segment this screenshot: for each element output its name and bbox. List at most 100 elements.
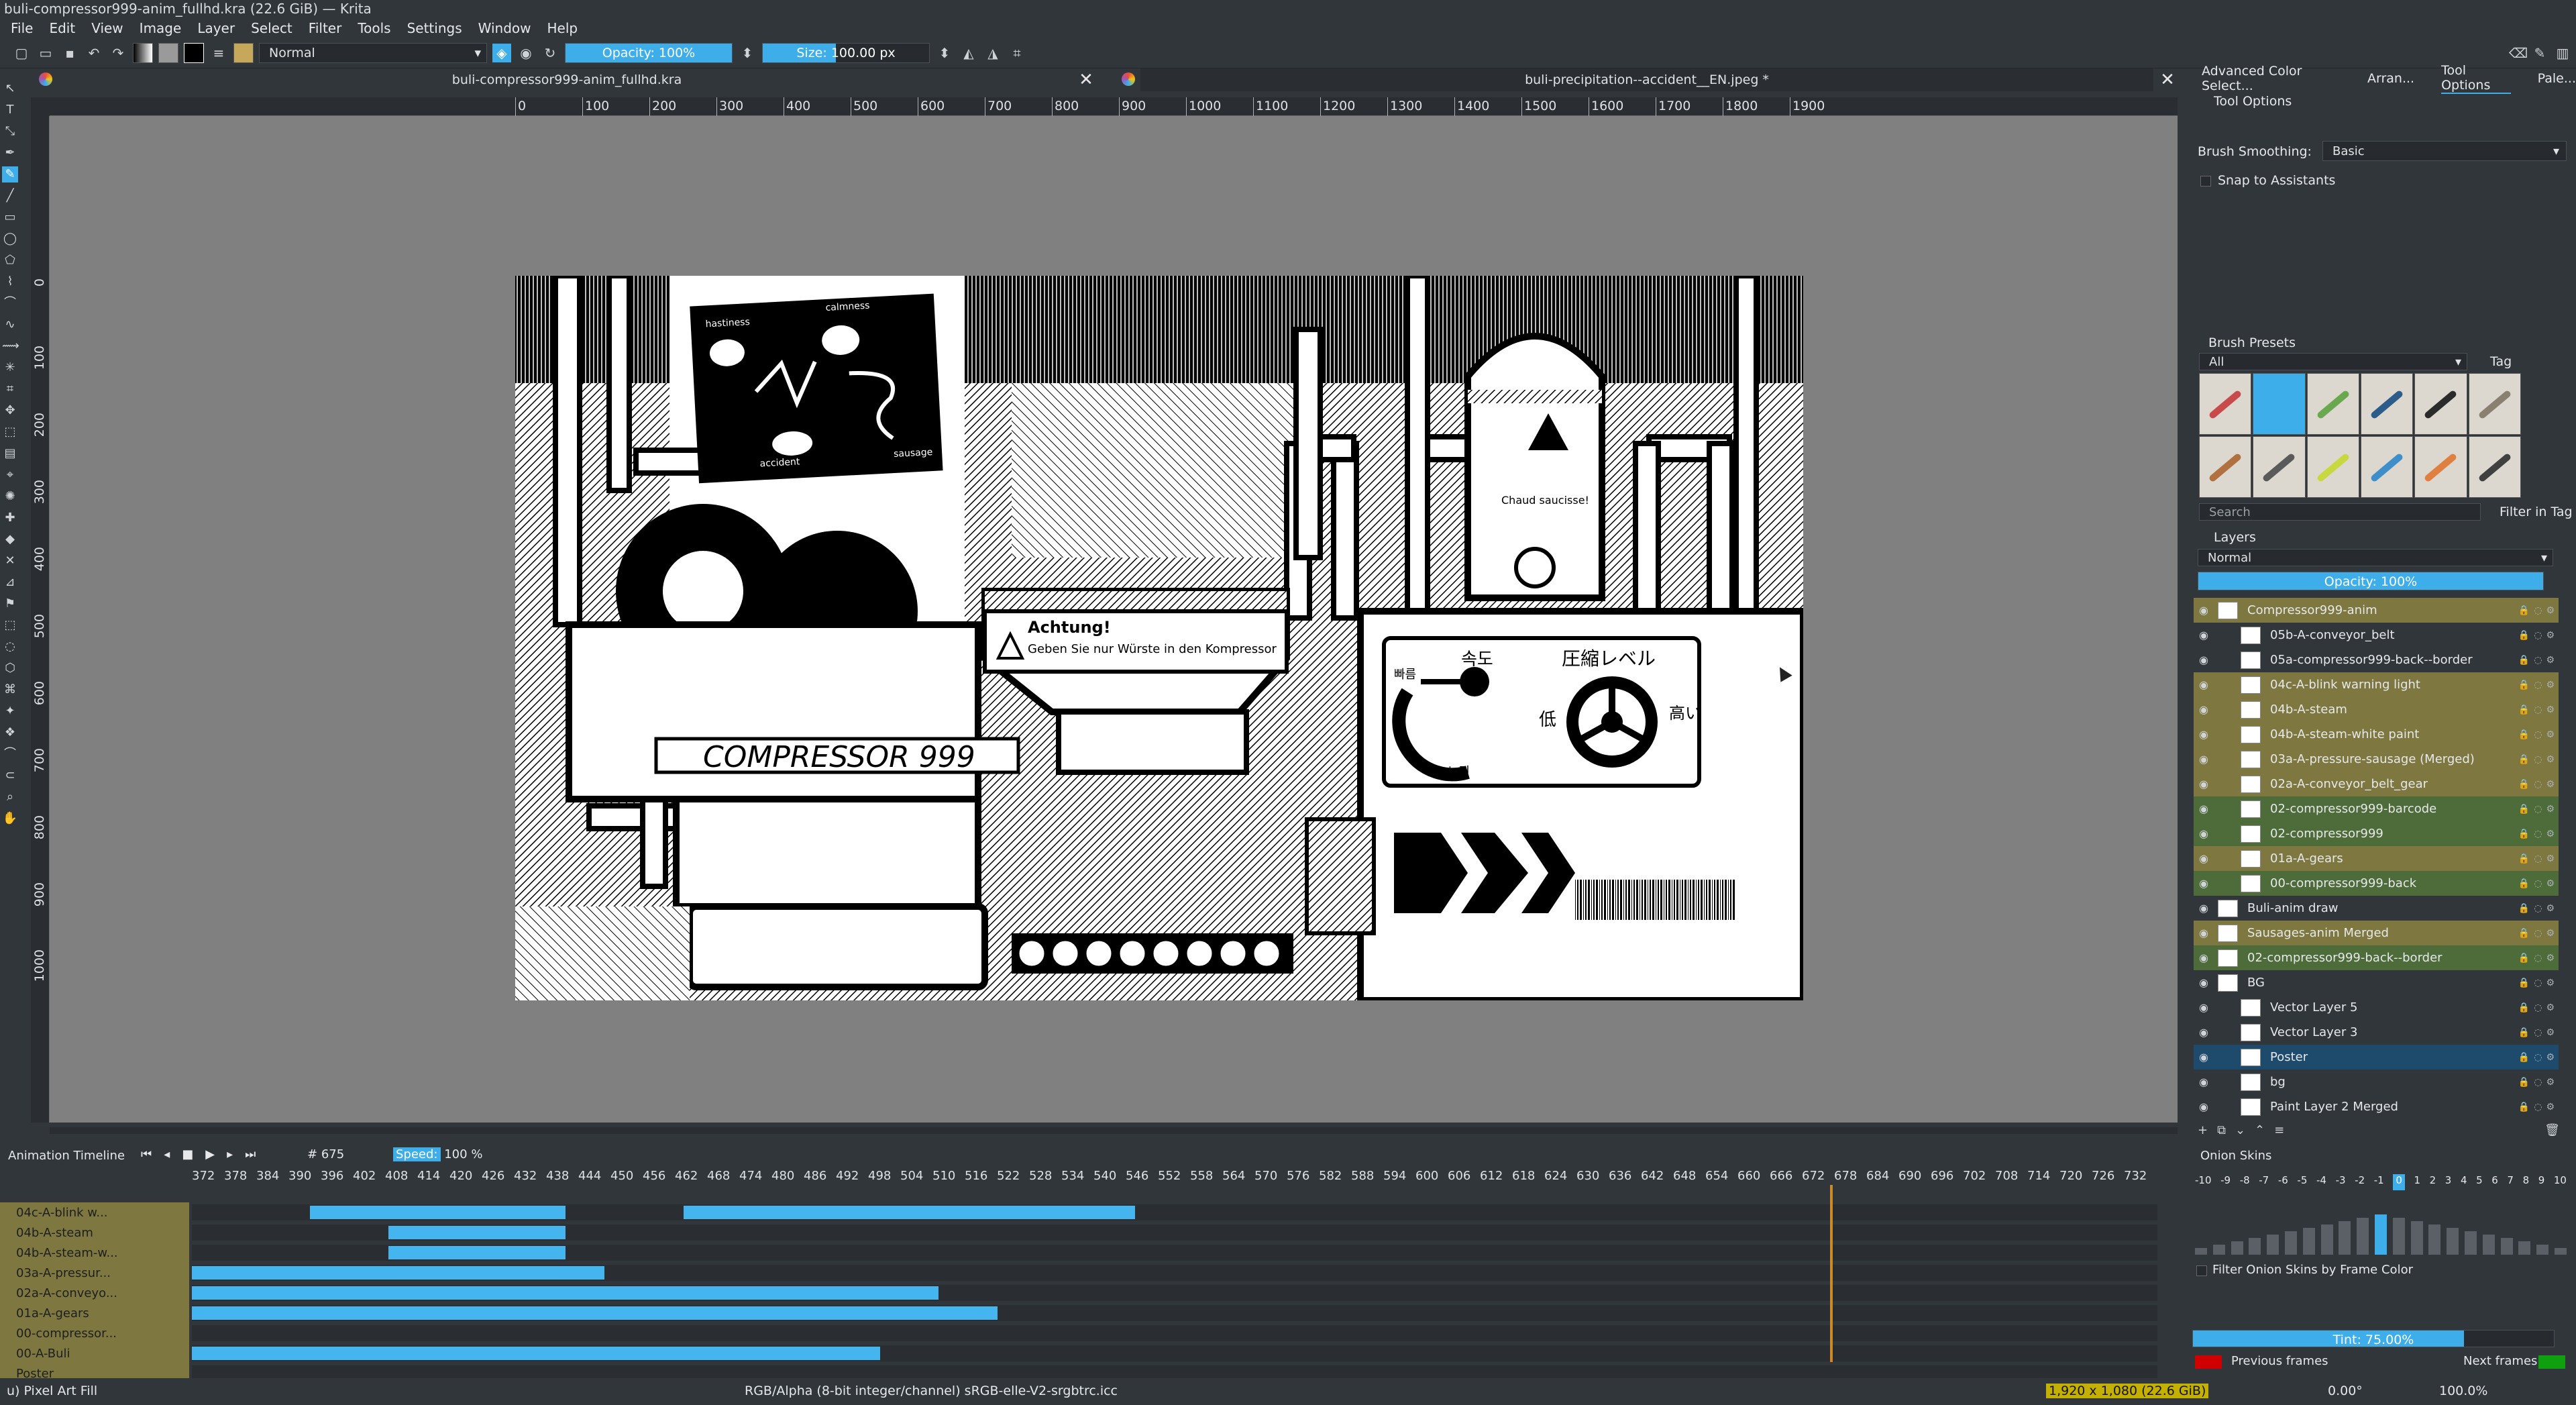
alpha-lock-icon[interactable]: ◌	[2534, 804, 2542, 815]
ellipse-select-icon[interactable]: ◌	[2, 639, 18, 655]
onion-offset-label[interactable]: 2	[2430, 1174, 2436, 1190]
alpha-lock-icon[interactable]: ◌	[2534, 729, 2542, 740]
onion-opacity-bar[interactable]	[2392, 1218, 2405, 1255]
select-shapes-icon[interactable]: ↖	[2, 81, 18, 97]
layer-row[interactable]: ◉ 02a-A-conveyor_belt_gear 🔒 ◌ ⚙	[2194, 772, 2559, 796]
menu-tools[interactable]: Tools	[352, 20, 396, 36]
tab-palette[interactable]: Pale...	[2538, 71, 2576, 86]
eraser-icon[interactable]: ⌫	[2509, 44, 2528, 62]
onion-opacity-bar[interactable]	[2374, 1214, 2387, 1255]
tab-advanced-color[interactable]: Advanced Color Select...	[2202, 64, 2341, 93]
onion-opacity-bar[interactable]	[2249, 1238, 2261, 1255]
alpha-lock-icon[interactable]: ◌	[2534, 953, 2542, 964]
reference-tool-icon[interactable]: ⚑	[2, 596, 18, 612]
tab-tool-options[interactable]: Tool Options	[2441, 63, 2511, 94]
visibility-eye-icon[interactable]: ◉	[2194, 877, 2214, 890]
open-document-icon[interactable]: ▭	[36, 44, 55, 62]
layer-row[interactable]: ◉ 05b-A-conveyor_belt 🔒 ◌ ⚙	[2194, 623, 2559, 647]
lock-icon[interactable]: 🔒	[2518, 853, 2530, 864]
status-zoom[interactable]: 100.0%	[2439, 1384, 2487, 1398]
opacity-spin-icon[interactable]: ⬍	[738, 44, 757, 62]
brush-editor-icon[interactable]: ≡	[209, 44, 228, 62]
alpha-lock-icon[interactable]: ◌	[2534, 853, 2542, 864]
track-label[interactable]: 03a-A-pressur...	[0, 1263, 189, 1283]
layer-row[interactable]: ◉ 02-compressor999-back--border 🔒 ◌ ⚙	[2194, 945, 2559, 970]
visibility-eye-icon[interactable]: ◉	[2194, 827, 2214, 840]
settings-icon[interactable]: ⚙	[2546, 903, 2555, 914]
lock-icon[interactable]: 🔒	[2518, 829, 2530, 839]
settings-icon[interactable]: ⚙	[2546, 829, 2555, 839]
speed-control[interactable]: Speed: 100 %	[393, 1147, 482, 1161]
size-spin-icon[interactable]: ⬍	[935, 44, 954, 62]
layer-row[interactable]: ◉ 02-compressor999 🔒 ◌ ⚙	[2194, 821, 2559, 846]
layer-opacity-slider[interactable]: Opacity: 100%	[2198, 572, 2544, 590]
settings-icon[interactable]: ⚙	[2546, 680, 2555, 690]
lock-icon[interactable]: 🔒	[2518, 754, 2530, 765]
onion-opacity-bar[interactable]	[2302, 1228, 2315, 1255]
mirror-horizontal-icon[interactable]: ◭	[959, 44, 978, 62]
gradient-tool-icon[interactable]: ▤	[2, 446, 18, 462]
add-layer-icon[interactable]: +	[2198, 1123, 2208, 1138]
onion-opacity-bar[interactable]	[2518, 1241, 2531, 1255]
onion-offset-label[interactable]: -5	[2297, 1174, 2307, 1190]
layer-blend-select[interactable]: Normal ▾	[2198, 549, 2553, 566]
lock-icon[interactable]: 🔒	[2518, 903, 2530, 914]
onion-opacity-bar[interactable]	[2428, 1225, 2441, 1255]
track-row[interactable]	[192, 1204, 2157, 1220]
onion-offset-label[interactable]: -2	[2355, 1174, 2365, 1190]
menu-settings[interactable]: Settings	[402, 20, 468, 36]
play-icon[interactable]: ▶	[205, 1147, 215, 1161]
track-label[interactable]: 04b-A-steam	[0, 1222, 189, 1243]
track-row[interactable]	[192, 1285, 2157, 1301]
calligraphy-icon[interactable]: ✒	[2, 145, 18, 161]
lock-icon[interactable]: 🔒	[2518, 1002, 2530, 1013]
frame-counter[interactable]: # 675	[307, 1147, 344, 1161]
move-layer-up-icon[interactable]: ⌃	[2255, 1123, 2265, 1138]
multibrush-icon[interactable]: ✳	[2, 360, 18, 376]
lock-icon[interactable]: 🔒	[2518, 630, 2530, 641]
onion-opacity-bar[interactable]	[2536, 1245, 2549, 1255]
onion-offset-label[interactable]: -6	[2278, 1174, 2288, 1190]
lock-icon[interactable]: 🔒	[2518, 605, 2530, 616]
save-icon[interactable]: ▪	[60, 44, 79, 62]
visibility-eye-icon[interactable]: ◉	[2194, 976, 2214, 989]
brush-preset-swatch[interactable]	[233, 42, 254, 63]
layer-row[interactable]: ◉ Vector Layer 5 🔒 ◌ ⚙	[2194, 995, 2559, 1020]
visibility-eye-icon[interactable]: ◉	[2194, 654, 2214, 666]
alpha-lock-icon[interactable]: ◌	[2534, 779, 2542, 790]
visibility-eye-icon[interactable]: ◉	[2194, 951, 2214, 964]
onion-offset-label[interactable]: -3	[2336, 1174, 2346, 1190]
alpha-lock-icon[interactable]: ◌	[2534, 1052, 2542, 1063]
layer-row[interactable]: ◉ BG 🔒 ◌ ⚙	[2194, 970, 2559, 995]
alpha-lock-icon[interactable]: ◌	[2534, 1002, 2542, 1013]
freehand-brush-icon[interactable]: ✎	[2, 166, 18, 183]
lock-icon[interactable]: 🔒	[2518, 729, 2530, 740]
layer-row[interactable]: ◉ bg 🔒 ◌ ⚙	[2194, 1070, 2559, 1094]
track-row[interactable]	[192, 1325, 2157, 1341]
settings-icon[interactable]: ⚙	[2546, 978, 2555, 988]
move-layer-down-icon[interactable]: ⌄	[2235, 1123, 2245, 1138]
color-swap-swatch[interactable]	[184, 42, 204, 63]
menu-filter[interactable]: Filter	[303, 20, 347, 36]
alpha-lock-icon[interactable]: ◌	[2534, 903, 2542, 914]
next-frames-swatch[interactable]	[2538, 1355, 2565, 1369]
onion-filter-checkbox[interactable]	[2196, 1265, 2207, 1276]
new-document-icon[interactable]: ▢	[12, 44, 31, 62]
layer-row[interactable]: ◉ 03a-A-pressure-sausage (Merged) 🔒 ◌ ⚙	[2194, 747, 2559, 772]
visibility-eye-icon[interactable]: ◉	[2194, 604, 2214, 617]
onion-opacity-bar[interactable]	[2212, 1245, 2225, 1255]
lock-icon[interactable]: 🔒	[2518, 655, 2530, 666]
alpha-lock-icon[interactable]: ◌	[2534, 829, 2542, 839]
canvas-area[interactable]: hastiness calmness accident sausage COMP…	[50, 116, 2178, 1123]
settings-icon[interactable]: ⚙	[2546, 1002, 2555, 1013]
onion-opacity-bar[interactable]	[2267, 1235, 2279, 1255]
bezier-tool-icon[interactable]: ⌒	[2, 295, 18, 311]
onion-offset-label[interactable]: 0	[2393, 1174, 2405, 1190]
settings-icon[interactable]: ⚙	[2546, 878, 2555, 889]
status-rotation[interactable]: 0.00°	[2328, 1384, 2363, 1398]
tag-button[interactable]: Tag	[2490, 354, 2512, 369]
onion-offset-label[interactable]: 5	[2476, 1174, 2483, 1190]
lock-icon[interactable]: 🔒	[2518, 705, 2530, 715]
bezier-select-icon[interactable]: ⌒	[2, 746, 18, 762]
track-label[interactable]: 04c-A-blink w...	[0, 1202, 189, 1222]
